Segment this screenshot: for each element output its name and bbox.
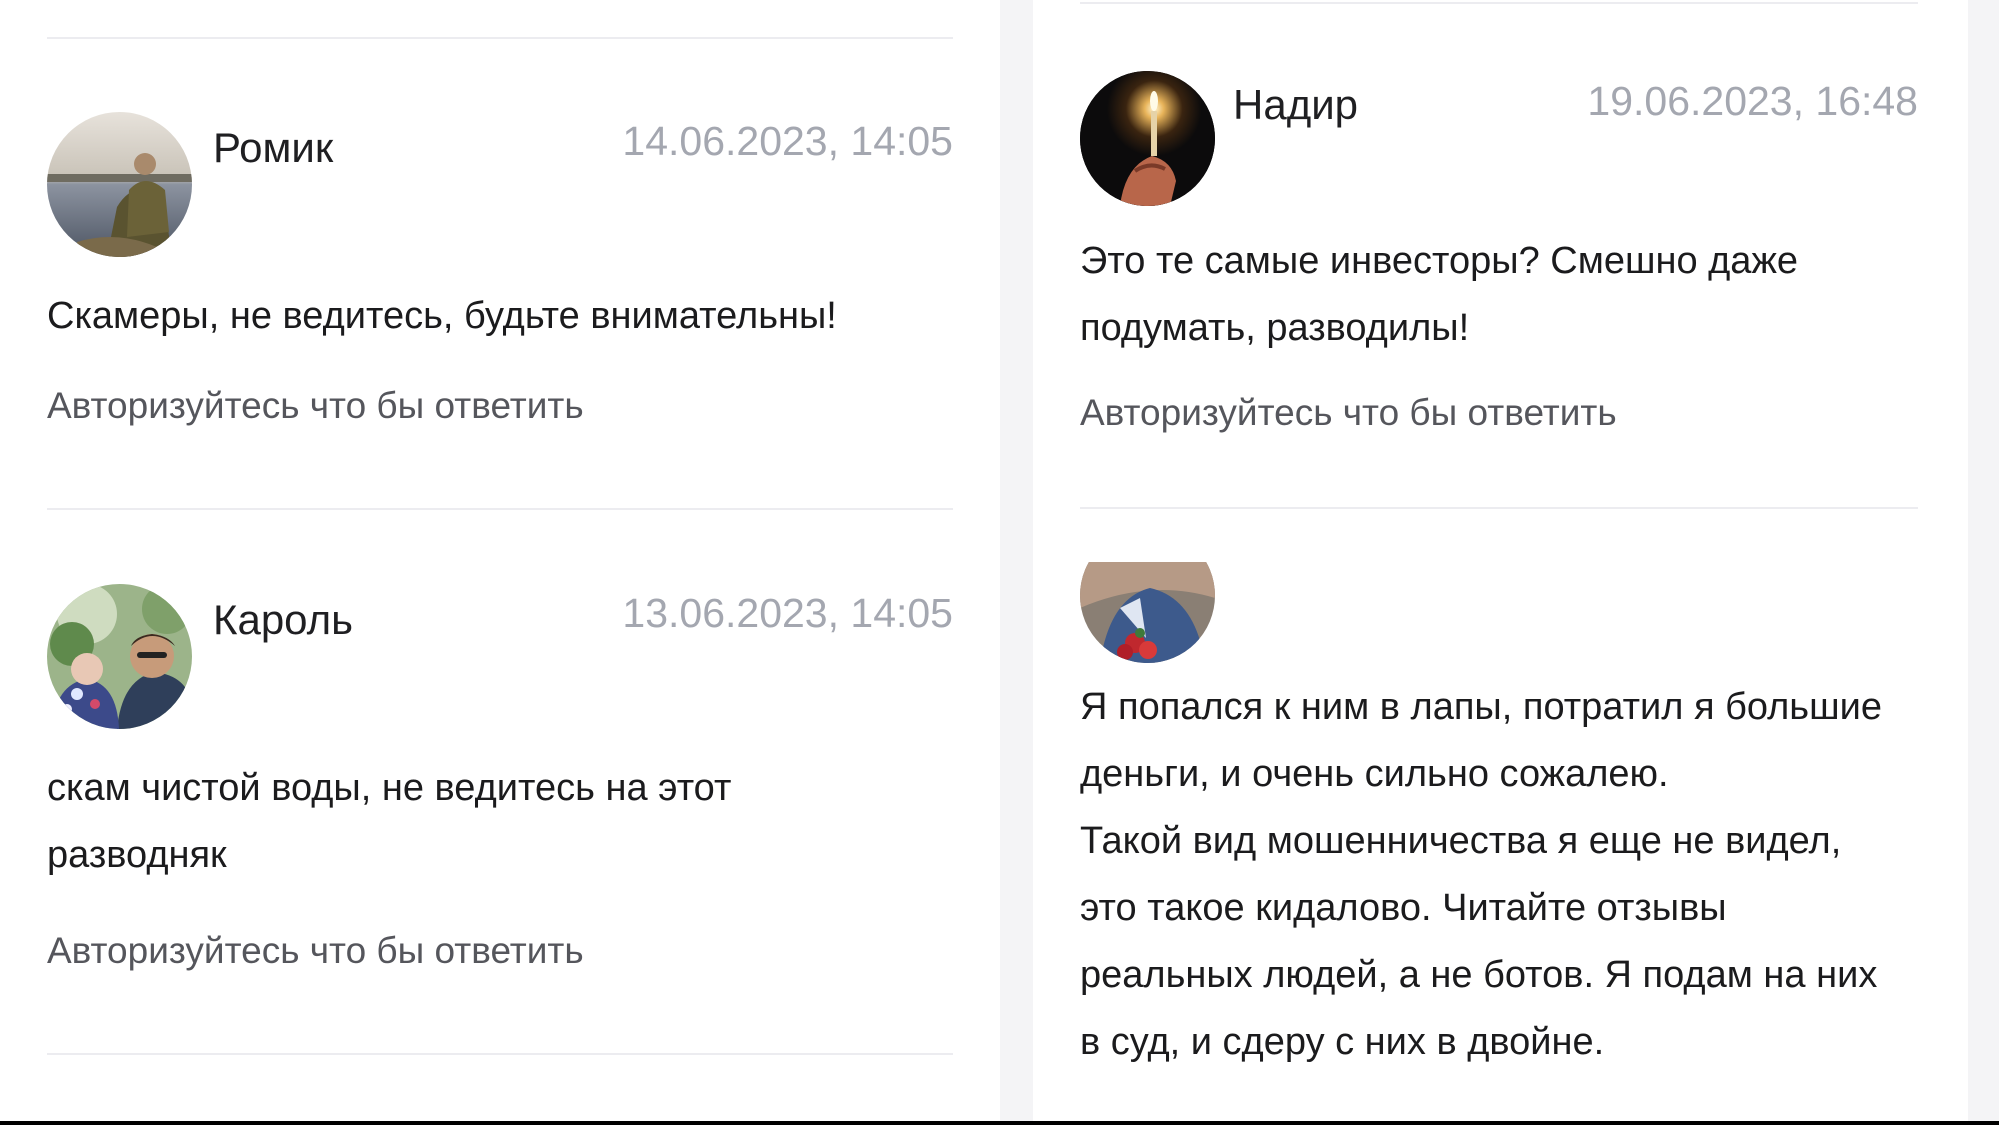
comment-divider	[1080, 507, 1918, 509]
avatar[interactable]	[1080, 71, 1215, 206]
comment-text: скам чистой воды, не ведитесь на этот ра…	[47, 755, 967, 889]
comment-text-line: это такое кидалово. Читайте отзывы	[1080, 887, 1727, 929]
reply-login-prompt[interactable]: Авторизуйтесь что бы ответить	[47, 930, 584, 972]
comment-text: Я попался к ним в лапы, потратил я больш…	[1080, 674, 1960, 1076]
reply-login-prompt[interactable]: Авторизуйтесь что бы ответить	[1080, 392, 1617, 434]
avatar[interactable]	[47, 584, 192, 729]
comment-text-line: в суд, и сдеру с них в двойне.	[1080, 1021, 1605, 1063]
comment-text-line: Я попался к ним в лапы, потратил я больш…	[1080, 686, 1882, 728]
comment-text-line: скам чистой воды, не ведитесь на этот	[47, 767, 732, 809]
comment-text-line: подумать, разводилы!	[1080, 307, 1470, 349]
comment-date: 13.06.2023, 14:05	[622, 590, 953, 636]
comment-divider	[1080, 2, 1918, 4]
avatar-photo-family	[47, 584, 192, 729]
comment-text-line: Это те самые инвесторы? Смешно даже	[1080, 240, 1798, 282]
comment-text-line: разводняк	[47, 834, 227, 876]
comment-text: Это те самые инвесторы? Смешно даже поду…	[1080, 228, 1940, 362]
reply-login-prompt[interactable]: Авторизуйтесь что бы ответить	[47, 385, 584, 427]
avatar-photo-flowers	[1080, 562, 1215, 663]
comment-author[interactable]: Кароль	[213, 596, 353, 644]
comment-author[interactable]: Ромик	[213, 124, 333, 172]
comment-text-line: реальных людей, а не ботов. Я подам на н…	[1080, 954, 1878, 996]
comment-date: 14.06.2023, 14:05	[622, 118, 953, 164]
page-scroll-gutter	[1968, 0, 1999, 1125]
comment-text: Скамеры, не ведитесь, будьте внимательны…	[47, 295, 837, 337]
comment-header-clipped	[1033, 562, 1968, 672]
avatar-photo-candle	[1080, 71, 1215, 206]
comment-date: 19.06.2023, 16:48	[1587, 78, 1918, 124]
comment-author[interactable]: Надир	[1233, 81, 1358, 129]
comment-divider	[47, 37, 953, 39]
avatar-photo-lake	[47, 112, 192, 257]
comment-divider	[47, 1053, 953, 1055]
screen-bottom-edge	[0, 1121, 1999, 1125]
comments-column-right: Надир 19.06.2023, 16:48 Это те самые инв…	[1033, 0, 1968, 1125]
avatar[interactable]	[47, 112, 192, 257]
comment-divider	[47, 508, 953, 510]
avatar[interactable]	[1080, 562, 1215, 663]
comment-text-line: Такой вид мошенничества я еще не видел,	[1080, 820, 1842, 862]
comment-text-line: деньги, и очень сильно сожалею.	[1080, 753, 1669, 795]
column-gutter	[1000, 0, 1033, 1125]
comments-column-left: Ромик 14.06.2023, 14:05 Скамеры, не веди…	[0, 0, 1000, 1125]
